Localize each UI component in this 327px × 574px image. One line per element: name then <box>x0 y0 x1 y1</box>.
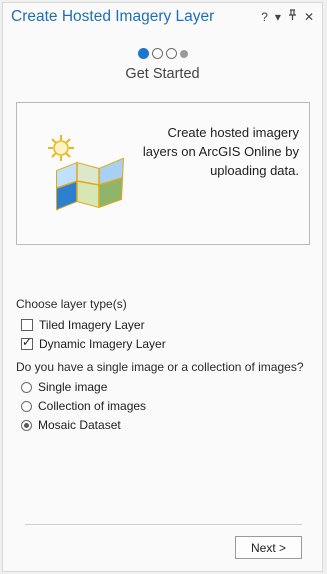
radio-label: Collection of images <box>38 399 147 413</box>
pane-title: Create Hosted Imagery Layer <box>11 8 215 25</box>
step-1-dot <box>137 48 149 59</box>
single-image-radio[interactable]: Single image <box>21 380 107 394</box>
close-icon[interactable]: ✕ <box>304 10 314 24</box>
footer-divider <box>25 524 302 525</box>
imagery-map-sun-icon <box>48 135 125 211</box>
tiled-imagery-layer-checkbox[interactable]: Tiled Imagery Layer <box>21 318 145 332</box>
dynamic-imagery-layer-checkbox[interactable]: ✓ Dynamic Imagery Layer <box>21 335 166 351</box>
radio-circle[interactable] <box>21 381 32 393</box>
pane-controls: ? ▾ ✕ <box>261 9 314 24</box>
layer-type-label: Choose layer type(s) <box>16 297 127 311</box>
step-2-dot <box>151 48 163 59</box>
mosaic-dataset-radio[interactable]: Mosaic Dataset <box>21 418 121 432</box>
collection-of-images-radio[interactable]: Collection of images <box>21 399 146 413</box>
create-hosted-imagery-layer-pane: Create Hosted Imagery Layer ? ▾ ✕ Get St… <box>2 2 323 572</box>
radio-label: Single image <box>38 380 108 394</box>
checkmark-icon: ✓ <box>22 335 33 349</box>
checkbox-box[interactable]: ✓ <box>21 335 33 350</box>
radio-selected-dot <box>24 422 29 428</box>
step-4-dot <box>179 50 188 58</box>
step-label: Get Started <box>125 66 200 82</box>
checkbox-label: Tiled Imagery Layer <box>39 318 145 332</box>
image-source-question: Do you have a single image or a collecti… <box>16 360 304 374</box>
wizard-step-indicator <box>3 48 322 59</box>
help-icon[interactable]: ? <box>261 10 268 24</box>
checkbox-box[interactable] <box>21 319 33 331</box>
radio-label: Mosaic Dataset <box>38 418 121 432</box>
pane-titlebar: Create Hosted Imagery Layer ? ▾ ✕ <box>3 3 322 33</box>
next-button[interactable]: Next > <box>235 536 302 559</box>
checkbox-label: Dynamic Imagery Layer <box>39 337 166 351</box>
chevron-down-icon[interactable]: ▾ <box>275 10 281 24</box>
step-3-dot <box>165 48 177 59</box>
intro-text: Create hosted imagery layers on ArcGIS O… <box>142 125 299 178</box>
radio-circle[interactable] <box>21 419 32 431</box>
intro-box: Create hosted imagery layers on ArcGIS O… <box>16 102 310 245</box>
pin-icon[interactable] <box>288 9 297 24</box>
radio-circle[interactable] <box>21 400 32 412</box>
